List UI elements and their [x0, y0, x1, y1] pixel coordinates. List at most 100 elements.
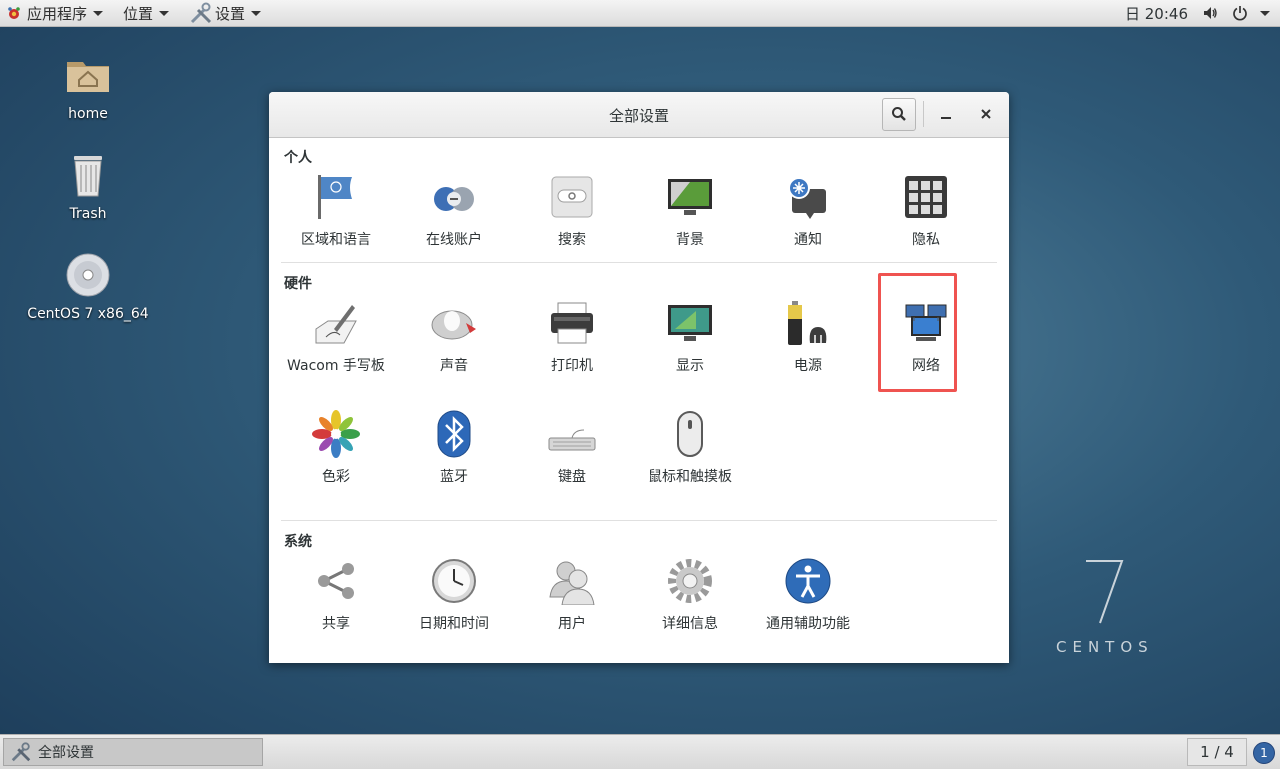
section-title-system: 系统	[284, 534, 312, 550]
minimize-icon	[941, 117, 951, 119]
panel-label: Wacom 手写板	[287, 358, 385, 374]
speaker-icon	[431, 310, 476, 340]
flag-icon	[318, 175, 352, 219]
power-icon[interactable]	[1232, 5, 1248, 21]
panel-notifications[interactable]: 通知	[749, 173, 867, 249]
bluetooth-icon	[437, 410, 471, 458]
panel-label: 显示	[676, 358, 704, 374]
panel-label: 区域和语言	[301, 232, 371, 248]
taskbar-window-label: 全部设置	[38, 745, 94, 761]
disc-icon	[66, 253, 110, 297]
panel-color[interactable]: 色彩	[277, 410, 395, 486]
panel-wacom-tablet[interactable]: Wacom 手写板	[277, 299, 395, 375]
users-icon	[549, 561, 595, 606]
color-flower-icon	[312, 410, 360, 458]
desktop-icon-label: home	[68, 106, 108, 122]
top-panel: 应用程序 位置 设置 日 20:46	[0, 0, 1280, 27]
panel-label: 蓝牙	[440, 469, 468, 485]
panel-date-time[interactable]: 日期和时间	[395, 557, 513, 633]
section-title-hardware: 硬件	[284, 276, 312, 292]
search-button[interactable]	[882, 98, 916, 131]
printer-icon	[551, 302, 593, 344]
clock-icon	[432, 559, 476, 603]
panel-label: 详细信息	[662, 616, 718, 632]
panel-label: 隐私	[912, 232, 940, 248]
panel-label: 通用辅助功能	[766, 616, 850, 632]
close-icon	[981, 109, 991, 119]
panel-details[interactable]: 详细信息	[631, 557, 749, 633]
panel-label: 搜索	[558, 232, 586, 248]
window-titlebar[interactable]: 全部设置	[269, 92, 1009, 138]
titlebar-separator	[923, 101, 924, 127]
gear-icon	[668, 559, 712, 603]
panel-privacy[interactable]: 隐私	[867, 173, 985, 249]
network-highlight-box	[878, 273, 957, 392]
panel-keyboard[interactable]: 键盘	[513, 410, 631, 486]
taskbar-window-button[interactable]: 全部设置	[3, 738, 263, 766]
desktop-trash[interactable]: Trash	[18, 152, 158, 222]
monitor-icon	[668, 305, 712, 341]
centos-seven-logo	[1086, 560, 1124, 624]
panel-mouse-touchpad[interactable]: 鼠标和触摸板	[631, 410, 749, 486]
panel-label: 鼠标和触摸板	[648, 469, 732, 485]
panel-label: 背景	[676, 232, 704, 248]
settings-window: 全部设置 个人 区域和语言 在线账户 搜索 背景 通知 隐私 硬件 Wacom …	[269, 92, 1009, 663]
panel-label: 用户	[558, 616, 586, 632]
volume-icon[interactable]	[1202, 5, 1218, 21]
desktop-icon-label: Trash	[69, 206, 107, 222]
panel-sharing[interactable]: 共享	[277, 557, 395, 633]
panel-power[interactable]: 电源	[749, 299, 867, 375]
background-icon	[668, 179, 712, 215]
panel-sound[interactable]: 声音	[395, 299, 513, 375]
chevron-down-icon[interactable]	[1260, 10, 1270, 16]
panel-label: 日期和时间	[419, 616, 489, 632]
close-button[interactable]	[975, 99, 997, 129]
panel-display[interactable]: 显示	[631, 299, 749, 375]
tablet-pen-icon	[315, 305, 357, 344]
panel-online-accounts[interactable]: 在线账户	[395, 173, 513, 249]
panel-universal-access[interactable]: 通用辅助功能	[749, 557, 867, 633]
panel-label: 键盘	[558, 469, 586, 485]
settings-label: 设置	[215, 4, 246, 23]
panel-search[interactable]: 搜索	[513, 173, 631, 249]
panel-label: 电源	[794, 358, 822, 374]
panel-label: 共享	[322, 616, 350, 632]
bottom-panel: 全部设置 1 / 4 1	[0, 734, 1280, 769]
panel-bluetooth[interactable]: 蓝牙	[395, 410, 513, 486]
chevron-down-icon	[251, 10, 262, 16]
workspace-switcher[interactable]: 1 / 4	[1187, 738, 1247, 766]
chevron-down-icon	[93, 10, 104, 16]
section-title-personal: 个人	[284, 150, 312, 166]
privacy-lock-icon	[905, 176, 947, 218]
share-icon	[318, 563, 354, 599]
panel-region-language[interactable]: 区域和语言	[277, 173, 395, 249]
panel-label: 色彩	[322, 469, 350, 485]
chevron-down-icon	[159, 10, 170, 16]
tools-icon	[11, 742, 31, 762]
panel-label: 声音	[440, 358, 468, 374]
section-divider	[281, 262, 997, 263]
battery-plug-icon	[788, 301, 827, 345]
notification-icon	[788, 177, 826, 219]
clock[interactable]: 日 20:46	[1125, 3, 1188, 24]
desktop-cdrom[interactable]: CentOS 7 x86_64	[18, 252, 158, 322]
places-label: 位置	[123, 4, 154, 23]
panel-users[interactable]: 用户	[513, 557, 631, 633]
notification-badge[interactable]: 1	[1253, 742, 1275, 764]
settings-menu[interactable]: 设置	[183, 0, 267, 26]
desktop-home[interactable]: home	[18, 52, 158, 122]
panel-background[interactable]: 背景	[631, 173, 749, 249]
accessibility-icon	[785, 558, 831, 604]
applications-menu[interactable]: 应用程序	[0, 0, 109, 26]
gnome-foot-icon	[8, 7, 20, 19]
mouse-icon	[677, 411, 703, 457]
minimize-button[interactable]	[935, 99, 957, 129]
panel-label: 打印机	[551, 358, 593, 374]
search-icon	[892, 107, 906, 121]
home-folder-icon	[67, 62, 109, 92]
keyboard-icon	[548, 429, 596, 451]
panel-label: 在线账户	[426, 232, 482, 248]
places-menu[interactable]: 位置	[117, 0, 175, 26]
panel-printers[interactable]: 打印机	[513, 299, 631, 375]
search-panel-icon	[551, 176, 593, 218]
